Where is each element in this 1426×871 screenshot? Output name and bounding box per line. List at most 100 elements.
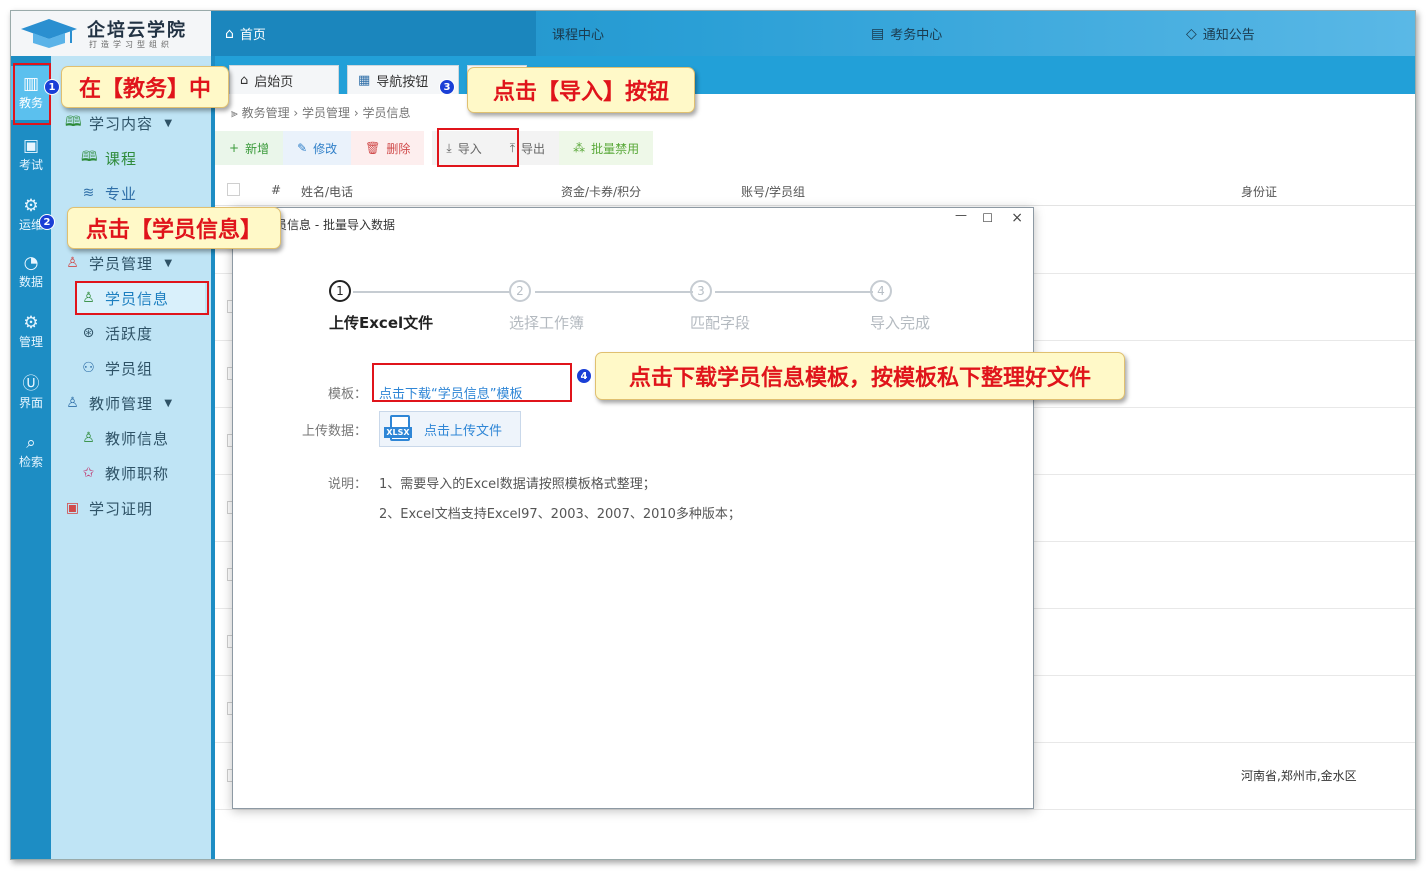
logo: 企培云学院 打造学习型组织 (11, 11, 211, 56)
menu-item-activity[interactable]: ⊛ 活跃度 (81, 318, 153, 348)
gear-icon: ⚙ (23, 313, 39, 333)
nav-exam-center[interactable]: ▤ 考务中心 (866, 11, 1186, 56)
menu-group-student-mgmt[interactable]: ♙ 学员管理 ▼ (65, 248, 172, 278)
maximize-icon[interactable]: ☐ (982, 211, 993, 225)
col-name: 姓名/电话 (301, 185, 354, 199)
pie-chart-icon: ◔ (23, 253, 39, 273)
menu-label: 学员组 (105, 359, 154, 378)
search-icon: ⌕ (26, 433, 36, 453)
import-steps: 1 上传Excel文件 2 选择工作簿 3 匹配字段 4 导入完成 (329, 280, 949, 340)
highlight-box (75, 281, 209, 315)
col-index: # (271, 183, 282, 197)
menu-label: 学员管理 (89, 254, 154, 273)
star-user-icon: ✩ (82, 465, 96, 481)
menu-label: 课程 (105, 149, 138, 168)
step-label: 选择工作簿 (509, 314, 585, 332)
book-open-icon: 🕮 (65, 114, 83, 130)
breadcrumb: ⫸ 教务管理 › 学员管理 › 学员信息 (231, 104, 410, 121)
step-number: 4 (870, 280, 892, 302)
home-icon: ⌂ (225, 25, 234, 42)
layers-icon: ≋ (82, 185, 96, 201)
app-window: 企培云学院 打造学习型组织 ⌂ 首页 课程中心 ▤ 考务中心 ◇ 通知公告 ▥ … (10, 10, 1416, 860)
rail-item-manage[interactable]: ⚙ 管理 (11, 313, 51, 350)
close-icon[interactable]: × (1011, 210, 1023, 226)
menu-label: 专业 (105, 184, 138, 203)
nav-home[interactable]: ⌂ 首页 (211, 11, 536, 56)
tab-start[interactable]: ⌂ 启始页 (229, 65, 339, 94)
callout-download-template: 点击下载学员信息模板，按模板私下整理好文件 (595, 352, 1125, 400)
activity-icon: ⊛ (82, 325, 96, 341)
edit-label: 修改 (313, 141, 338, 156)
minimize-icon[interactable]: — (955, 208, 967, 222)
step-complete: 4 导入完成 (870, 280, 1010, 332)
template-label: 模板： (327, 387, 367, 402)
pencil-icon: ✎ (297, 141, 308, 155)
delete-label: 删除 (386, 141, 411, 156)
callout-student-info: 点击【学员信息】 (67, 207, 281, 249)
delete-button[interactable]: 🗑 删除 (351, 131, 425, 165)
step-number: 3 (690, 280, 712, 302)
highlight-box (13, 63, 51, 125)
icon-rail: ▥ 教务 ▣ 考试 ⚙ 运维 ◔ 数据 ⚙ 管理 Ⓤ 界面 ⌕ 检索 (11, 56, 51, 859)
rail-label: 界面 (18, 396, 43, 410)
menu-label: 学习证明 (89, 499, 154, 518)
step-upload: 1 上传Excel文件 (329, 280, 469, 332)
menu-item-major[interactable]: ≋ 专业 (81, 178, 137, 208)
nav-course-center[interactable]: 课程中心 (536, 11, 866, 56)
teacher-profile-icon: ♙ (82, 430, 96, 446)
menu-group-study-content[interactable]: 🕮 学习内容 ▼ (65, 108, 172, 138)
menu-label: 活跃度 (105, 324, 154, 343)
menu-item-student-group[interactable]: ⚇ 学员组 (81, 353, 153, 383)
tag-icon: ◇ (1186, 25, 1197, 42)
edit-button[interactable]: ✎ 修改 (283, 131, 352, 165)
menu-label: 学习内容 (89, 114, 154, 133)
grid-icon: ▦ (358, 72, 371, 88)
export-label: 导出 (521, 141, 546, 156)
users-icon: ⚇ (82, 360, 96, 376)
upload-button-label: 点击上传文件 (424, 423, 503, 439)
batch-disable-label: 批量禁用 (591, 141, 640, 156)
rail-item-data[interactable]: ◔ 数据 (11, 253, 51, 290)
exam-icon: ▤ (871, 25, 885, 42)
plus-icon: + (229, 141, 240, 155)
add-label: 新增 (245, 141, 270, 156)
select-all-checkbox[interactable] (227, 183, 240, 196)
batch-disable-button[interactable]: ⁂ 批量禁用 (559, 131, 654, 165)
book-open-icon: 🕮 (81, 149, 99, 165)
rail-item-ui[interactable]: Ⓤ 界面 (11, 374, 51, 411)
step-label: 上传Excel文件 (329, 314, 434, 332)
note-line-2: 2、Excel文档支持Excel97、2003、2007、2010多种版本； (379, 507, 741, 522)
ban-icon: ⁂ (573, 141, 586, 155)
menu-item-teacher-title[interactable]: ✩ 教师职称 (81, 458, 169, 488)
step-select-sheet: 2 选择工作簿 (509, 280, 649, 332)
callout-academic: 在【教务】中 (61, 66, 229, 108)
menu-group-teacher-mgmt[interactable]: ♙ 教师管理 ▼ (65, 388, 172, 418)
step-label: 匹配字段 (690, 314, 751, 332)
add-button[interactable]: + 新增 (215, 131, 284, 165)
callout-import: 点击【导入】按钮 (467, 67, 695, 113)
table-header: # 姓名/电话 资金/卡券/积分 账号/学员组 身份证 (215, 174, 1415, 206)
tab-label: 启始页 (254, 74, 294, 90)
rail-label: 数据 (18, 275, 43, 289)
menu-label: 教师职称 (105, 464, 170, 483)
exam-paper-icon: ▣ (22, 136, 40, 156)
rail-label: 管理 (18, 335, 43, 349)
menu-item-course[interactable]: 🕮 课程 (81, 143, 137, 173)
toolbar: + 新增 ✎ 修改 🗑 删除 ⤓ 导入 ⤒ 导出 ⁂ 批量禁用 (215, 131, 654, 165)
upload-file-button[interactable]: XLSX 点击上传文件 (379, 411, 521, 447)
row-address: 河南省,郑州市,金水区 (1241, 769, 1357, 783)
nav-notice-label: 通知公告 (1202, 28, 1255, 43)
menu-item-teacher-info[interactable]: ♙ 教师信息 (81, 423, 169, 453)
step-badge: 2 (39, 214, 55, 230)
step-label: 导入完成 (870, 314, 931, 332)
step-number: 1 (329, 280, 351, 302)
rail-item-exam[interactable]: ▣ 考试 (11, 136, 51, 173)
graduation-cap-icon (21, 19, 77, 48)
rail-item-search[interactable]: ⌕ 检索 (11, 433, 51, 470)
tabs-bar: ⌂ 启始页 ▦ 导航按钮 (215, 56, 1415, 94)
menu-group-study-cert[interactable]: ▣ 学习证明 (65, 493, 153, 523)
teacher-icon: ♙ (66, 395, 80, 411)
nav-notice[interactable]: ◇ 通知公告 (1186, 11, 1415, 56)
nav-exam-label: 考务中心 (890, 28, 943, 43)
nav-course-label: 课程中心 (552, 28, 605, 43)
